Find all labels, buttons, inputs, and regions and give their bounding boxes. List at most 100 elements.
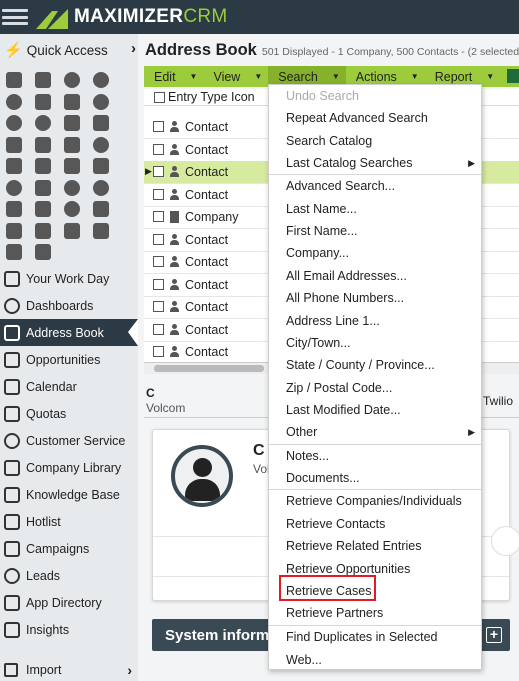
heart-icon[interactable] (35, 179, 51, 196)
recycle-icon[interactable] (64, 115, 80, 131)
nav-address-book[interactable]: Address Book (0, 319, 138, 346)
medkit-icon[interactable] (93, 222, 109, 239)
row-checkbox[interactable] (153, 211, 164, 223)
key-icon[interactable] (35, 201, 51, 217)
row-checkbox[interactable] (153, 279, 164, 291)
users-icon[interactable] (35, 244, 51, 260)
column-entry-type-icon[interactable]: Entry Type Icon (168, 90, 255, 104)
row-checkbox[interactable] (153, 144, 164, 156)
wrench-icon[interactable] (35, 222, 51, 239)
entry-type-label: Contact (185, 119, 229, 134)
nav-company-library[interactable]: Company Library (0, 454, 138, 481)
coffee-icon[interactable] (64, 93, 80, 110)
row-checkbox[interactable] (153, 189, 164, 201)
nav-knowledge-base[interactable]: Knowledge Base (0, 481, 138, 508)
quick-access[interactable]: ⚡ Quick Access › (0, 34, 138, 66)
bold-icon[interactable] (64, 136, 80, 153)
nav-hotlist[interactable]: Hotlist (0, 508, 138, 535)
entry-type-label: Company (185, 209, 239, 224)
clock-icon[interactable] (93, 136, 109, 153)
heart-solid-icon[interactable] (64, 222, 80, 239)
menu-item-first-name[interactable]: First Name... (269, 220, 481, 242)
globe-icon[interactable] (93, 72, 109, 88)
menu-item-other[interactable]: Other ▶ (269, 421, 481, 443)
quick-access-label: Quick Access (26, 42, 108, 58)
menu-item-repeat-advanced-search[interactable]: Repeat Advanced Search (269, 107, 481, 129)
align-icon[interactable] (35, 136, 51, 153)
menu-item-advanced-search[interactable]: Advanced Search... (269, 175, 481, 197)
caret-down-icon: ▼ (189, 72, 198, 81)
excel-icon[interactable] (507, 69, 519, 83)
mail-icon[interactable] (93, 158, 109, 174)
row-checkbox[interactable] (153, 346, 164, 358)
list-icon[interactable] (6, 136, 22, 153)
nav-dashboards[interactable]: Dashboards (0, 292, 138, 319)
menu-item-retrieve-companies-individuals[interactable]: Retrieve Companies/Individuals (269, 490, 481, 512)
zoom-icon[interactable] (35, 115, 51, 131)
menu-item-find-duplicates-in-selected[interactable]: Find Duplicates in Selected (269, 626, 481, 648)
scrollbar-thumb[interactable] (154, 365, 264, 372)
expand-plus-icon[interactable]: + (486, 627, 502, 643)
menu-item-all-email-addresses[interactable]: All Email Addresses... (269, 265, 481, 287)
font-icon[interactable] (35, 72, 51, 88)
menu-item-search-catalog[interactable]: Search Catalog (269, 130, 481, 152)
row-checkbox[interactable] (153, 301, 164, 313)
menu-item-retrieve-partners[interactable]: Retrieve Partners (269, 602, 481, 624)
menu-item-address-line-1[interactable]: Address Line 1... (269, 310, 481, 332)
envelope-icon[interactable] (6, 222, 22, 239)
select-all-checkbox[interactable] (154, 91, 165, 103)
hourglass-icon[interactable] (6, 201, 22, 217)
nav-your-work-day[interactable]: Your Work Day (0, 265, 138, 292)
menu-item-last-modified-date[interactable]: Last Modified Date... (269, 399, 481, 421)
nav-app-directory[interactable]: App Directory (0, 589, 138, 616)
menu-item-zip-postal-code[interactable]: Zip / Postal Code... (269, 377, 481, 399)
row-checkbox[interactable] (153, 166, 164, 178)
chevron-right-icon[interactable]: › (127, 662, 132, 678)
hamburger-menu-icon[interactable] (2, 7, 28, 27)
menu-item-retrieve-contacts[interactable]: Retrieve Contacts (269, 513, 481, 535)
nav-import[interactable]: Import › (0, 659, 138, 681)
nav-insights[interactable]: Insights (0, 616, 138, 643)
nav-calendar[interactable]: Calendar (0, 373, 138, 400)
row-checkbox[interactable] (153, 121, 164, 133)
menu-item-company[interactable]: Company... (269, 242, 481, 264)
comment-icon[interactable] (93, 179, 109, 196)
folder-icon[interactable] (6, 158, 22, 174)
chevron-right-icon[interactable]: › (131, 40, 136, 57)
menu-item-city-town[interactable]: City/Town... (269, 332, 481, 354)
menu-edit[interactable]: Edit ▼ (144, 66, 203, 87)
nav-quotas[interactable]: Quotas (0, 400, 138, 427)
nav-campaigns[interactable]: Campaigns (0, 535, 138, 562)
diamond-icon[interactable] (35, 93, 51, 110)
contact-icon (169, 189, 180, 201)
move-icon[interactable] (35, 158, 51, 174)
camera-icon[interactable] (64, 158, 80, 174)
plus-circle-icon[interactable] (64, 201, 80, 217)
nav-opportunities[interactable]: Opportunities (0, 346, 138, 373)
row-checkbox[interactable] (153, 256, 164, 268)
play-icon[interactable] (93, 93, 109, 110)
menu-item-notes[interactable]: Notes... (269, 445, 481, 467)
menu-item-last-catalog-searches[interactable]: Last Catalog Searches ▶ (269, 152, 481, 174)
menu-item-web[interactable]: Web... (269, 649, 481, 671)
download-icon[interactable] (64, 72, 80, 88)
menu-item-last-name[interactable]: Last Name... (269, 198, 481, 220)
nav-customer-service[interactable]: Customer Service (0, 427, 138, 454)
power-icon[interactable] (6, 93, 22, 110)
history-icon[interactable] (64, 179, 80, 196)
card-action-button[interactable] (491, 526, 519, 556)
maximizer-icon[interactable] (6, 115, 22, 131)
menu-item-all-phone-numbers[interactable]: All Phone Numbers... (269, 287, 481, 309)
close-box-icon[interactable] (93, 115, 109, 131)
menu-item-documents[interactable]: Documents... (269, 467, 481, 489)
row-checkbox[interactable] (153, 234, 164, 246)
nav-leads[interactable]: Leads (0, 562, 138, 589)
speaker-icon[interactable] (6, 72, 22, 88)
menu-item-retrieve-related-entries[interactable]: Retrieve Related Entries (269, 535, 481, 557)
indent-icon[interactable] (6, 244, 22, 260)
menu-item-state-county-province[interactable]: State / County / Province... (269, 354, 481, 376)
row-checkbox[interactable] (153, 324, 164, 336)
zoom-in-icon[interactable] (6, 179, 22, 196)
cup-icon[interactable] (93, 201, 109, 217)
menu-view[interactable]: View ▼ (203, 66, 268, 87)
